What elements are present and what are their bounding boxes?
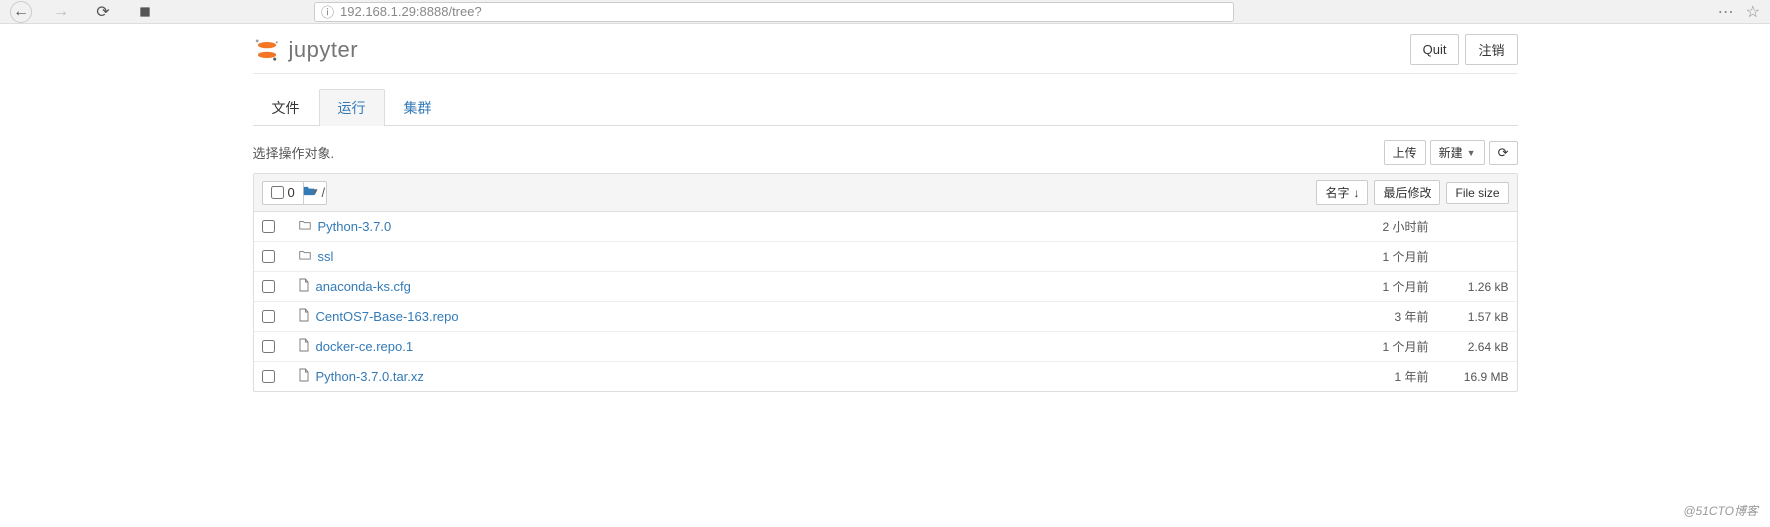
select-count: 0 <box>288 185 295 200</box>
folder-icon <box>302 184 316 201</box>
select-all-checkbox[interactable] <box>271 186 284 199</box>
item-link[interactable]: Python-3.7.0.tar.xz <box>316 369 424 384</box>
list-row: ssl 1 个月前 <box>254 241 1517 271</box>
item-link[interactable]: ssl <box>318 249 334 264</box>
browser-home-button[interactable] <box>132 2 158 22</box>
browser-back-button[interactable]: ← <box>10 1 32 23</box>
tab-running[interactable]: 运行 <box>319 89 385 126</box>
browser-url-bar[interactable]: ⓘ 192.168.1.29:8888/tree? <box>314 2 1234 22</box>
row-checkbox[interactable] <box>262 250 275 263</box>
row-checkbox[interactable] <box>262 370 275 383</box>
file-icon <box>298 368 310 385</box>
caret-down-icon: ▼ <box>1467 148 1476 158</box>
tab-clusters[interactable]: 集群 <box>385 89 451 126</box>
sort-modified-button[interactable]: 最后修改 <box>1374 180 1440 205</box>
logo-text: jupyter <box>289 37 359 63</box>
folder-icon <box>298 248 312 265</box>
refresh-icon: ⟳ <box>1498 145 1509 160</box>
browser-menu-icon[interactable]: ⋯ <box>1718 2 1734 22</box>
browser-bookmark-icon[interactable]: ☆ <box>1746 2 1760 22</box>
sort-name-button[interactable]: 名字 ↓ <box>1316 180 1368 205</box>
item-link[interactable]: Python-3.7.0 <box>318 219 392 234</box>
info-icon: ⓘ <box>321 2 334 21</box>
browser-forward-button[interactable]: → <box>48 2 74 22</box>
sort-size-button[interactable]: File size <box>1446 182 1508 204</box>
item-modified: 1 个月前 <box>1357 248 1437 265</box>
list-row: CentOS7-Base-163.repo 3 年前1.57 kB <box>254 301 1517 331</box>
item-size: 1.26 kB <box>1437 280 1509 294</box>
row-checkbox[interactable] <box>262 280 275 293</box>
logout-button[interactable]: 注销 <box>1465 34 1517 65</box>
item-modified: 2 小时前 <box>1357 218 1437 235</box>
toolbar-desc: 选择操作对象. <box>253 143 335 162</box>
item-modified: 1 个月前 <box>1357 278 1437 295</box>
list-header: 0 ▼ / 名字 ↓ 最后修改 File size <box>254 174 1517 212</box>
logo[interactable]: jupyter <box>253 36 359 64</box>
arrow-down-icon: ↓ <box>1353 186 1359 200</box>
sort-size-label: File size <box>1455 186 1499 200</box>
item-modified: 1 个月前 <box>1357 338 1437 355</box>
row-checkbox[interactable] <box>262 310 275 323</box>
item-size: 2.64 kB <box>1437 340 1509 354</box>
file-list: 0 ▼ / 名字 ↓ 最后修改 File size Pyt <box>253 173 1518 392</box>
list-row: anaconda-ks.cfg 1 个月前1.26 kB <box>254 271 1517 301</box>
watermark: @51CTO博客 <box>1683 502 1758 519</box>
item-modified: 1 年前 <box>1357 368 1437 385</box>
item-link[interactable]: anaconda-ks.cfg <box>316 279 411 294</box>
file-icon <box>298 338 310 355</box>
tabs: 文件 运行 集群 <box>253 88 1518 126</box>
new-button[interactable]: 新建 ▼ <box>1430 140 1485 165</box>
browser-reload-button[interactable]: ⟳ <box>90 2 116 22</box>
browser-url-text: 192.168.1.29:8888/tree? <box>340 4 482 19</box>
item-size: 1.57 kB <box>1437 310 1509 324</box>
sort-modified-label: 最后修改 <box>1383 184 1431 201</box>
sort-name-label: 名字 <box>1325 184 1349 201</box>
item-size: 16.9 MB <box>1437 370 1509 384</box>
breadcrumb[interactable]: / <box>322 185 326 200</box>
browser-right-icons: ⋯ ☆ <box>1718 2 1760 22</box>
list-row: Python-3.7.0 2 小时前 <box>254 212 1517 241</box>
browser-bar: ← → ⟳ ⓘ 192.168.1.29:8888/tree? ⋯ ☆ <box>0 0 1770 24</box>
folder-icon <box>298 218 312 235</box>
item-link[interactable]: docker-ce.repo.1 <box>316 339 414 354</box>
file-icon <box>298 308 310 325</box>
row-checkbox[interactable] <box>262 220 275 233</box>
toolbar: 选择操作对象. 上传 新建 ▼ ⟳ <box>253 140 1518 165</box>
refresh-button[interactable]: ⟳ <box>1489 141 1518 165</box>
jupyter-logo-icon <box>253 36 281 64</box>
new-button-label: 新建 <box>1439 144 1463 161</box>
item-modified: 3 年前 <box>1357 308 1437 325</box>
tab-files[interactable]: 文件 <box>253 89 319 126</box>
list-row: Python-3.7.0.tar.xz 1 年前16.9 MB <box>254 361 1517 391</box>
row-checkbox[interactable] <box>262 340 275 353</box>
list-row: docker-ce.repo.1 1 个月前2.64 kB <box>254 331 1517 361</box>
item-link[interactable]: CentOS7-Base-163.repo <box>316 309 459 324</box>
quit-button[interactable]: Quit <box>1410 34 1460 65</box>
header: jupyter Quit 注销 <box>253 24 1518 74</box>
upload-button[interactable]: 上传 <box>1384 140 1426 165</box>
file-icon <box>298 278 310 295</box>
